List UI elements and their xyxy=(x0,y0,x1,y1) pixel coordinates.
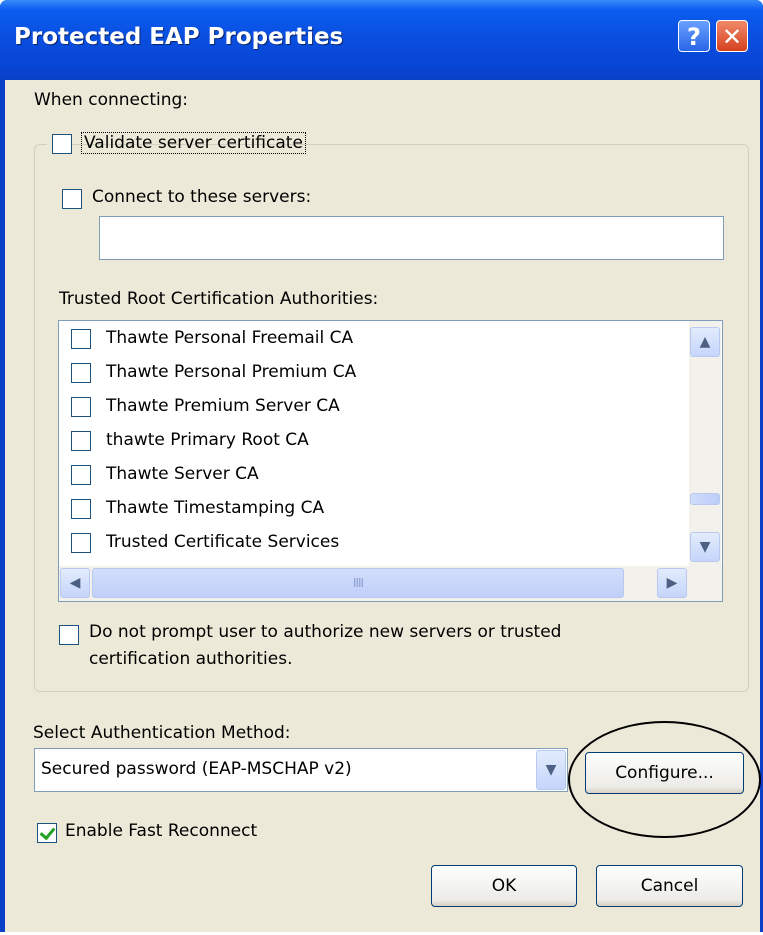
do-not-prompt-label[interactable]: Do not prompt user to authorize new serv… xyxy=(89,622,561,642)
help-button[interactable]: ? xyxy=(678,20,710,52)
horizontal-scroll-thumb[interactable]: IIII xyxy=(92,568,624,598)
ca-label: Trusted Certificate Services xyxy=(106,532,340,552)
servers-input[interactable] xyxy=(99,216,724,260)
scroll-down-button[interactable]: ▼ xyxy=(690,532,720,562)
dialog-window: Protected EAP Properties ? ✕ When connec… xyxy=(0,0,763,933)
ca-checkbox[interactable] xyxy=(71,363,91,383)
ca-checkbox[interactable] xyxy=(71,397,91,417)
do-not-prompt-label-line2[interactable]: certification authorities. xyxy=(89,649,292,669)
validate-certificate-checkbox[interactable] xyxy=(52,134,72,154)
chevron-down-icon[interactable]: ▼ xyxy=(536,750,566,790)
list-item[interactable]: Thawte Premium Server CA xyxy=(59,391,689,425)
ca-label: Thawte Server CA xyxy=(106,464,259,484)
ca-label: Thawte Premium Server CA xyxy=(106,396,340,416)
ca-label: Thawte Personal Premium CA xyxy=(106,362,357,382)
vertical-scroll-thumb[interactable] xyxy=(690,493,720,505)
close-button[interactable]: ✕ xyxy=(716,20,748,52)
scroll-left-button[interactable]: ◀ xyxy=(60,568,90,598)
list-item[interactable]: Thawte Server CA xyxy=(59,459,689,493)
cancel-button[interactable]: Cancel xyxy=(596,865,743,907)
trusted-ca-list[interactable]: Thawte Personal Freemail CA Thawte Person… xyxy=(58,320,723,602)
validate-certificate-caption: Validate server certificate xyxy=(47,130,306,160)
ca-checkbox[interactable] xyxy=(71,533,91,553)
trusted-root-label: Trusted Root Certification Authorities: xyxy=(59,289,379,309)
fast-reconnect-label[interactable]: Enable Fast Reconnect xyxy=(65,821,257,841)
highlight-circle-annotation xyxy=(568,721,761,838)
horizontal-scrollbar[interactable]: ◀ IIII ▶ xyxy=(59,566,722,601)
ca-checkbox[interactable] xyxy=(71,499,91,519)
connect-servers-checkbox[interactable] xyxy=(62,189,82,209)
auth-method-select[interactable]: Secured password (EAP-MSCHAP v2) ▼ xyxy=(34,748,568,792)
ca-label: Thawte Personal Freemail CA xyxy=(106,328,354,348)
list-item[interactable]: Thawte Personal Freemail CA xyxy=(59,323,689,357)
list-item[interactable]: Thawte Timestamping CA xyxy=(59,493,689,527)
list-item[interactable]: Trusted Certificate Services xyxy=(59,527,689,561)
scroll-right-button[interactable]: ▶ xyxy=(657,568,687,598)
list-item[interactable]: Thawte Personal Premium CA xyxy=(59,357,689,391)
ca-label: thawte Primary Root CA xyxy=(106,430,309,450)
auth-method-label: Select Authentication Method: xyxy=(33,723,291,743)
window-title: Protected EAP Properties xyxy=(14,24,344,50)
connect-servers-label[interactable]: Connect to these servers: xyxy=(92,187,311,207)
ca-label: Thawte Timestamping CA xyxy=(106,498,325,518)
title-bar[interactable]: Protected EAP Properties ? ✕ xyxy=(0,0,763,80)
do-not-prompt-checkbox[interactable] xyxy=(59,625,79,645)
dialog-body: When connecting: Validate server certifi… xyxy=(5,80,761,932)
when-connecting-label: When connecting: xyxy=(34,90,189,110)
fast-reconnect-checkbox[interactable] xyxy=(37,823,57,843)
auth-method-value: Secured password (EAP-MSCHAP v2) xyxy=(41,759,352,779)
ca-checkbox[interactable] xyxy=(71,329,91,349)
scroll-up-button[interactable]: ▲ xyxy=(690,327,720,357)
ca-checkbox[interactable] xyxy=(71,431,91,451)
vertical-scrollbar[interactable]: ▲ ▼ xyxy=(689,321,721,566)
ok-button[interactable]: OK xyxy=(431,865,577,907)
list-item[interactable]: thawte Primary Root CA xyxy=(59,425,689,459)
ca-checkbox[interactable] xyxy=(71,465,91,485)
validate-certificate-label[interactable]: Validate server certificate xyxy=(81,132,306,154)
